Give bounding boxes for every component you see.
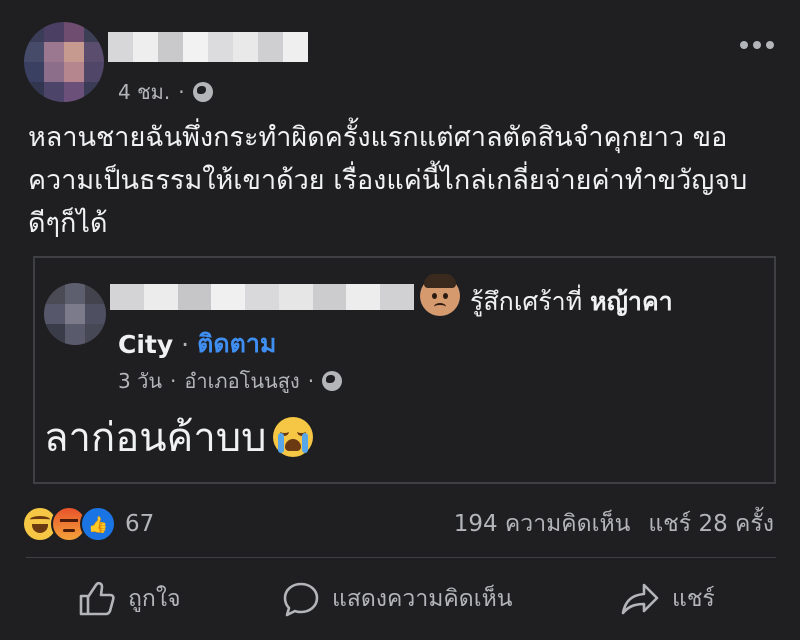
post-time[interactable]: 4 ชม. [118, 76, 170, 108]
like-icon [79, 581, 115, 616]
engagement-counts: 194 ความคิดเห็น แชร์ 28 ครั้ง [454, 506, 774, 542]
shared-text-body: ลาก่อนค้าบบ [44, 415, 267, 461]
follow-button[interactable]: ติดตาม [197, 324, 276, 364]
comment-icon [283, 582, 319, 617]
feeling-prefix: รู้สึกเศร้าที่ [470, 287, 583, 316]
author-name-redacted[interactable] [108, 32, 308, 62]
post-meta: 4 ชม. · [118, 76, 213, 108]
feeling-text: รู้สึกเศร้าที่ หญ้าคา [470, 282, 673, 322]
comment-count[interactable]: 194 ความคิดเห็น [454, 506, 631, 542]
post-text: หลานชายฉันพึ่งกระทำผิดครั้งแรกแต่ศาลตัดส… [28, 122, 748, 239]
feeling-place[interactable]: หญ้าคา [590, 287, 673, 316]
comment-button[interactable]: แสดงความคิดเห็น [282, 575, 512, 623]
reaction-count: 67 [125, 511, 155, 537]
page-name[interactable]: City [118, 330, 173, 359]
shared-author-name-redacted[interactable] [110, 284, 415, 310]
page-separator: · [181, 329, 190, 359]
shared-location[interactable]: อำเภอโนนสูง [184, 365, 299, 397]
shared-meta: 3 วัน · อำเภอโนนสูง · [118, 365, 343, 397]
like-button[interactable]: ถูกใจ [78, 575, 181, 623]
share-icon [621, 583, 659, 615]
more-options-icon[interactable] [740, 40, 774, 50]
shared-time[interactable]: 3 วัน [118, 365, 162, 397]
like-label: ถูกใจ [128, 586, 181, 612]
globe-icon [192, 82, 213, 102]
share-count[interactable]: แชร์ 28 ครั้ง [648, 506, 774, 542]
share-button[interactable]: แชร์ [620, 575, 715, 623]
meta-separator: · [169, 369, 177, 393]
author-avatar[interactable] [24, 22, 104, 102]
share-label: แชร์ [672, 586, 715, 612]
globe-icon [322, 371, 343, 391]
shared-post-text: ลาก่อนค้าบบ [44, 405, 313, 469]
shared-author-avatar[interactable] [44, 283, 106, 345]
shared-page-line: City · ติดตาม [118, 324, 276, 364]
reaction-summary[interactable]: 👍 67 [22, 506, 154, 542]
sad-face-icon [420, 274, 460, 316]
meta-separator: · [178, 80, 185, 104]
action-bar: ถูกใจ แสดงความคิดเห็น แชร์ [0, 575, 800, 623]
meta-separator: · [307, 369, 315, 393]
divider [26, 557, 776, 558]
comment-label: แสดงความคิดเห็น [332, 586, 513, 612]
crying-face-icon [272, 417, 313, 457]
like-reaction-icon: 👍 [80, 506, 116, 542]
